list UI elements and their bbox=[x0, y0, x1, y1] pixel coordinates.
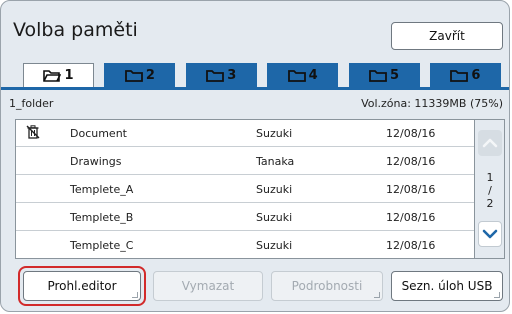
folder-icon bbox=[369, 69, 387, 82]
chevron-down-icon bbox=[482, 229, 498, 239]
list-item[interactable]: Document Suzuki 12/08/16 bbox=[16, 120, 474, 147]
scroll-up-button[interactable] bbox=[478, 130, 502, 156]
page-indicator: 1 / 2 bbox=[475, 171, 505, 210]
delete-button-label: Vymazat bbox=[181, 279, 235, 293]
editor-button[interactable]: Prohl.editor bbox=[23, 271, 141, 301]
job-date: 12/08/16 bbox=[386, 155, 436, 168]
job-name: Templete_A bbox=[70, 183, 134, 196]
usb-jobs-button-label: Sezn. úloh USB bbox=[401, 279, 493, 293]
job-owner: Suzuki bbox=[256, 183, 293, 196]
list-item[interactable]: Drawings Tanaka 12/08/16 bbox=[16, 148, 474, 175]
usb-jobs-button[interactable]: Sezn. úloh USB bbox=[391, 271, 503, 301]
tab-2[interactable]: 2 bbox=[104, 63, 176, 87]
job-date: 12/08/16 bbox=[386, 239, 436, 252]
trash-icon bbox=[26, 125, 40, 142]
folder-icon bbox=[450, 69, 469, 82]
dialog-title: Volba paměti bbox=[13, 19, 138, 41]
tab-label: 4 bbox=[308, 67, 318, 83]
folder-icon bbox=[124, 69, 143, 82]
tab-label: 3 bbox=[227, 67, 237, 83]
list-item[interactable]: Templete_B Suzuki 12/08/16 bbox=[16, 204, 474, 231]
chevron-up-icon bbox=[482, 138, 498, 148]
memory-selection-dialog: Volba paměti Zavřít 1 2 3 4 5 6 1_folder… bbox=[0, 0, 510, 312]
job-owner: Tanaka bbox=[256, 155, 295, 168]
job-name: Templete_C bbox=[70, 239, 134, 252]
job-date: 12/08/16 bbox=[386, 211, 436, 224]
job-date: 12/08/16 bbox=[386, 183, 436, 196]
button-corner-mark bbox=[374, 292, 380, 298]
scroll-down-button[interactable] bbox=[478, 221, 502, 247]
close-button[interactable]: Zavřít bbox=[391, 22, 503, 50]
list-scrollbar: 1 / 2 bbox=[475, 119, 505, 259]
job-date: 12/08/16 bbox=[386, 127, 436, 140]
folder-icon bbox=[287, 69, 306, 82]
tab-label: 5 bbox=[390, 67, 400, 83]
job-owner: Suzuki bbox=[256, 211, 293, 224]
tab-6[interactable]: 6 bbox=[429, 63, 501, 87]
tab-label: 1 bbox=[64, 68, 74, 83]
volume-usage: Vol.zóna: 11339MB (75%) bbox=[361, 97, 503, 110]
job-owner: Suzuki bbox=[256, 127, 293, 140]
tab-3[interactable]: 3 bbox=[185, 63, 257, 87]
page-separator: / bbox=[488, 184, 492, 197]
folder-name: 1_folder bbox=[9, 97, 54, 110]
list-item[interactable]: Templete_C Suzuki 12/08/16 bbox=[16, 232, 474, 259]
editor-button-label: Prohl.editor bbox=[47, 279, 117, 293]
job-name: Drawings bbox=[70, 155, 122, 168]
tab-4[interactable]: 4 bbox=[267, 63, 339, 87]
job-owner: Suzuki bbox=[256, 239, 293, 252]
button-corner-mark bbox=[494, 292, 500, 298]
job-list: Document Suzuki 12/08/16 Drawings Tanaka… bbox=[15, 119, 475, 259]
details-button[interactable]: Podrobnosti bbox=[271, 271, 383, 301]
delete-button[interactable]: Vymazat bbox=[153, 271, 263, 301]
open-folder-icon bbox=[43, 70, 62, 82]
folder-info: 1_folder Vol.zóna: 11339MB (75%) bbox=[1, 93, 509, 113]
list-item[interactable]: Templete_A Suzuki 12/08/16 bbox=[16, 176, 474, 203]
tab-underline bbox=[1, 87, 509, 90]
tab-1[interactable]: 1 bbox=[23, 63, 94, 87]
tab-label: 6 bbox=[471, 67, 481, 83]
page-current: 1 bbox=[486, 171, 494, 184]
tab-label: 2 bbox=[145, 67, 155, 83]
details-button-label: Podrobnosti bbox=[291, 279, 363, 293]
button-corner-mark bbox=[132, 292, 138, 298]
job-name: Templete_B bbox=[70, 211, 134, 224]
job-name: Document bbox=[70, 127, 127, 140]
tab-5[interactable]: 5 bbox=[348, 63, 420, 87]
memory-tabs: 1 2 3 4 5 6 bbox=[23, 63, 501, 87]
page-total: 2 bbox=[486, 197, 494, 210]
folder-icon bbox=[206, 69, 225, 82]
